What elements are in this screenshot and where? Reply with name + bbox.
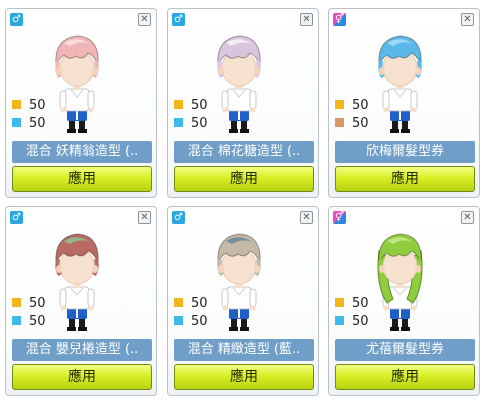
blue-square-icon bbox=[174, 316, 183, 325]
tan-square-icon bbox=[335, 118, 344, 127]
avatar bbox=[34, 27, 118, 135]
close-icon[interactable]: ✕ bbox=[138, 211, 151, 224]
male-gender-icon: ♂ bbox=[172, 211, 185, 224]
close-icon[interactable]: ✕ bbox=[138, 13, 151, 26]
hair-coupon-card: ⚥ ✕ 50 50 尤蓓爾髮型券 應用 bbox=[328, 206, 480, 396]
item-name: 混合 精緻造型 (藍.. bbox=[174, 339, 314, 361]
avatar-icon bbox=[55, 35, 99, 133]
avatar bbox=[196, 225, 280, 333]
stat-value: 50 bbox=[29, 98, 46, 113]
male-gender-icon: ♂ bbox=[10, 13, 23, 26]
stat-row-2: 50 bbox=[335, 315, 369, 329]
stat-row-1: 50 bbox=[12, 297, 46, 311]
avatar-icon bbox=[217, 35, 261, 133]
hair-coupon-card: ♂ ✕ 50 50 bbox=[167, 8, 319, 198]
blue-square-icon bbox=[335, 316, 344, 325]
apply-button[interactable]: 應用 bbox=[174, 166, 314, 192]
stat-value: 50 bbox=[29, 314, 46, 329]
avatar-icon bbox=[217, 233, 261, 331]
close-icon[interactable]: ✕ bbox=[300, 211, 313, 224]
blue-square-icon bbox=[174, 118, 183, 127]
unisex-gender-icon: ⚥ bbox=[333, 211, 346, 224]
stat-value: 50 bbox=[191, 296, 208, 311]
stat-value: 50 bbox=[191, 116, 208, 131]
stat-row-1: 50 bbox=[12, 99, 46, 113]
stat-row-2: 50 bbox=[174, 117, 208, 131]
stat-row-2: 50 bbox=[335, 117, 369, 131]
stat-value: 50 bbox=[29, 116, 46, 131]
avatar-icon bbox=[55, 233, 99, 331]
stat-row-1: 50 bbox=[335, 99, 369, 113]
apply-button[interactable]: 應用 bbox=[335, 364, 475, 390]
avatar bbox=[34, 225, 118, 333]
item-name: 尤蓓爾髮型券 bbox=[335, 339, 475, 361]
apply-button[interactable]: 應用 bbox=[174, 364, 314, 390]
stat-row-1: 50 bbox=[174, 99, 208, 113]
gold-square-icon bbox=[174, 100, 183, 109]
avatar bbox=[357, 27, 441, 135]
stat-row-2: 50 bbox=[174, 315, 208, 329]
blue-square-icon bbox=[12, 118, 21, 127]
stat-row-2: 50 bbox=[12, 315, 46, 329]
apply-button[interactable]: 應用 bbox=[335, 166, 475, 192]
stat-value: 50 bbox=[352, 98, 369, 113]
stat-value: 50 bbox=[29, 296, 46, 311]
hair-coupon-grid: ♂ ✕ 50 50 混合 妖精翁造型 (.. 應用 ♂ ✕ 50 50 混合 棉… bbox=[0, 0, 490, 401]
gold-square-icon bbox=[335, 298, 344, 307]
close-icon[interactable]: ✕ bbox=[300, 13, 313, 26]
stat-row-2: 50 bbox=[12, 117, 46, 131]
avatar-icon bbox=[377, 233, 423, 331]
gold-square-icon bbox=[174, 298, 183, 307]
apply-button[interactable]: 應用 bbox=[12, 364, 152, 390]
stat-value: 50 bbox=[191, 98, 208, 113]
hair-coupon-card: ⚥ ✕ 50 50 欣梅爾髮型券 應用 bbox=[328, 8, 480, 198]
item-name: 混合 嬰兒捲造型 (.. bbox=[12, 339, 152, 361]
hair-coupon-card: ♂ ✕ 50 50 bbox=[5, 206, 157, 396]
gold-square-icon bbox=[12, 298, 21, 307]
stat-value: 50 bbox=[191, 314, 208, 329]
stat-value: 50 bbox=[352, 296, 369, 311]
male-gender-icon: ♂ bbox=[172, 13, 185, 26]
stat-value: 50 bbox=[352, 116, 369, 131]
gold-square-icon bbox=[335, 100, 344, 109]
blue-square-icon bbox=[12, 316, 21, 325]
stat-row-1: 50 bbox=[174, 297, 208, 311]
close-icon[interactable]: ✕ bbox=[461, 211, 474, 224]
avatar bbox=[357, 225, 441, 333]
male-gender-icon: ♂ bbox=[10, 211, 23, 224]
avatar bbox=[196, 27, 280, 135]
stat-row-1: 50 bbox=[335, 297, 369, 311]
hair-coupon-card: ♂ ✕ 50 50 bbox=[167, 206, 319, 396]
apply-button[interactable]: 應用 bbox=[12, 166, 152, 192]
item-name: 混合 棉花糖造型 (.. bbox=[174, 141, 314, 163]
item-name: 混合 妖精翁造型 (.. bbox=[12, 141, 152, 163]
item-name: 欣梅爾髮型券 bbox=[335, 141, 475, 163]
unisex-gender-icon: ⚥ bbox=[333, 13, 346, 26]
hair-coupon-card: ♂ ✕ 50 50 bbox=[5, 8, 157, 198]
stat-value: 50 bbox=[352, 314, 369, 329]
close-icon[interactable]: ✕ bbox=[461, 13, 474, 26]
gold-square-icon bbox=[12, 100, 21, 109]
avatar-icon bbox=[378, 35, 422, 133]
